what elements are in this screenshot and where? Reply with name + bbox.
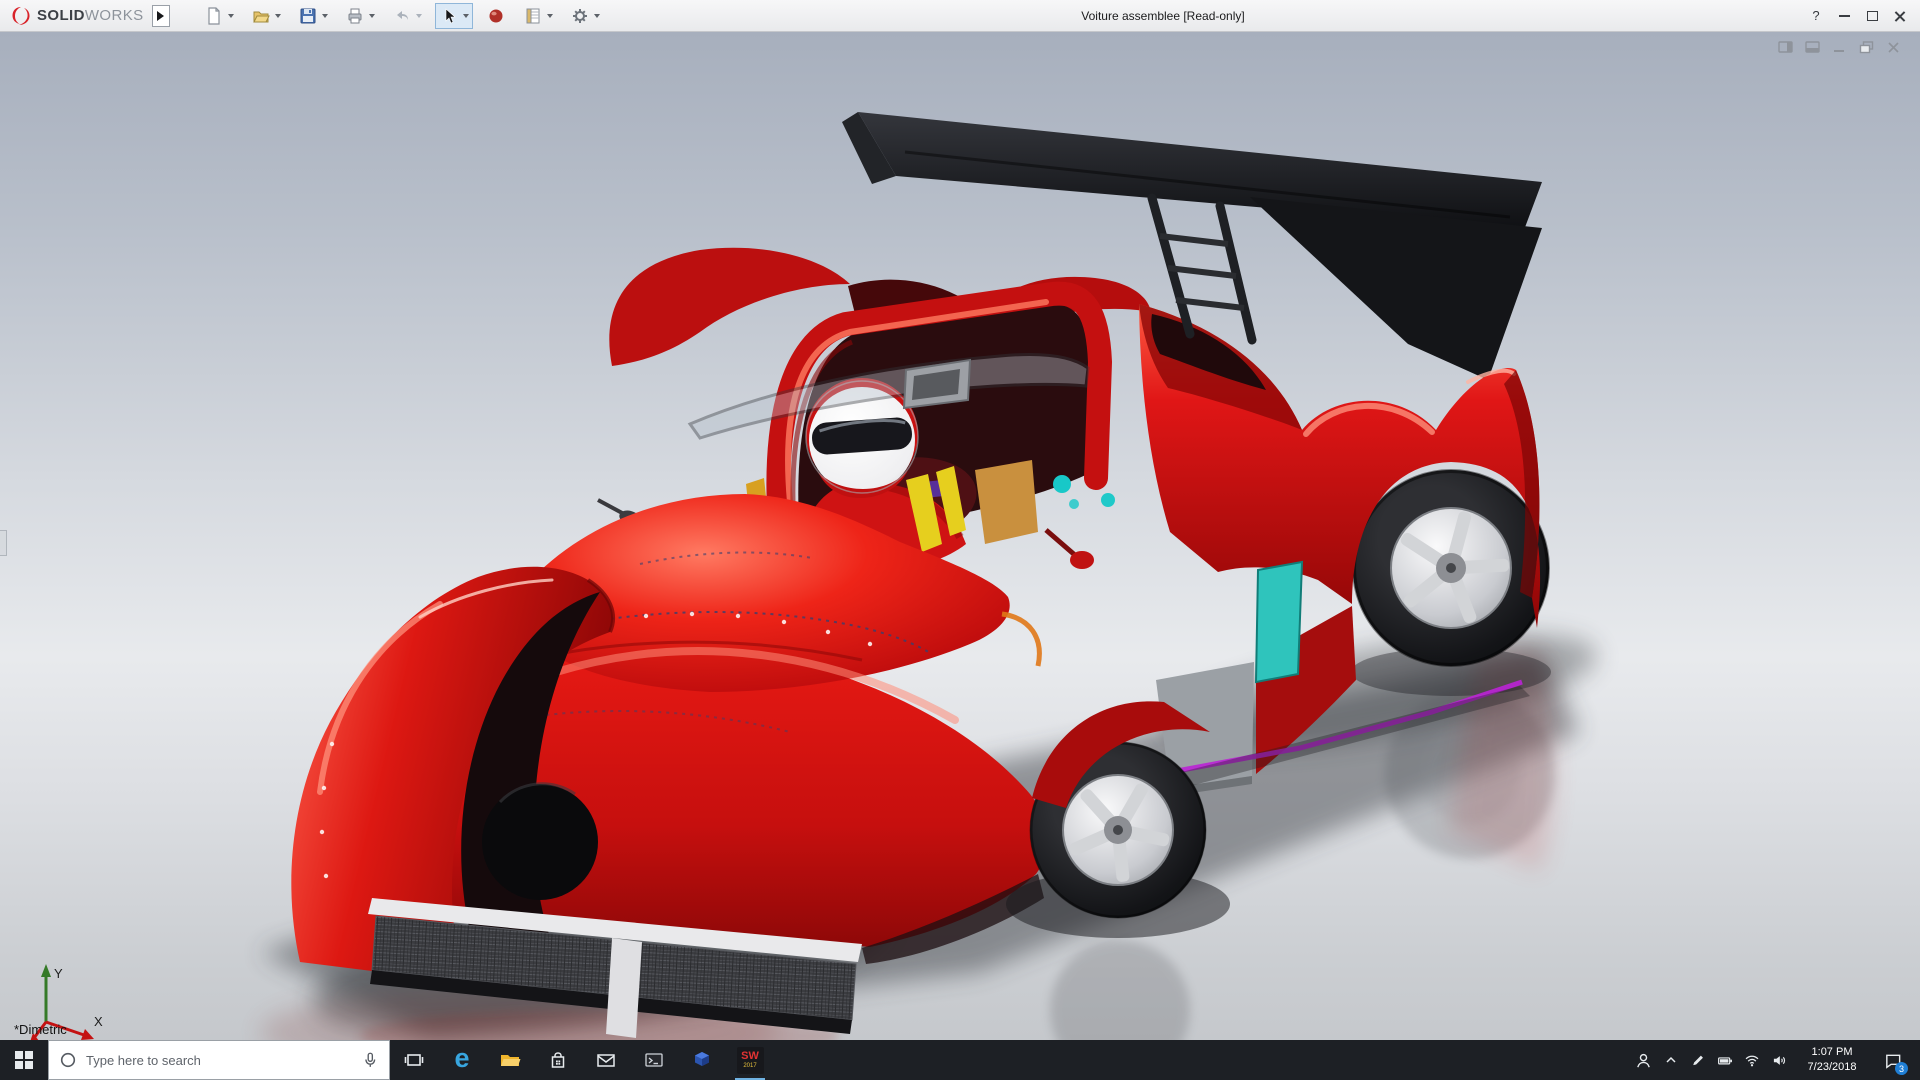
task-view-button[interactable] xyxy=(390,1040,438,1080)
triad-y-label: Y xyxy=(54,966,63,981)
app-icon-mail[interactable] xyxy=(582,1040,630,1080)
ds-logo-icon xyxy=(12,6,30,25)
taskbar: e xyxy=(0,1040,1920,1080)
doc-close-button[interactable] xyxy=(1885,40,1902,55)
close-icon xyxy=(1894,10,1906,22)
wifi-icon xyxy=(1745,1055,1758,1066)
edge-icon: e xyxy=(454,1042,470,1073)
app-icon-solidworks[interactable]: SW 2017 xyxy=(726,1040,774,1080)
minimize-button[interactable] xyxy=(1830,1,1858,31)
app-icon-edge[interactable]: e xyxy=(438,1040,486,1080)
doc-minimize-button[interactable] xyxy=(1831,40,1848,55)
screen: SOLIDWORKS Voiture assemblee [Read-only]… xyxy=(0,0,1920,1080)
save-button[interactable] xyxy=(294,3,332,29)
tray-overflow-button[interactable] xyxy=(1657,1040,1684,1080)
gear-icon xyxy=(572,8,587,23)
battery-tray-button[interactable] xyxy=(1711,1040,1738,1080)
dropdown-chevron-icon[interactable] xyxy=(368,13,375,18)
microphone-icon[interactable] xyxy=(361,1051,379,1069)
people-tray-button[interactable] xyxy=(1630,1040,1657,1080)
doc-restore-button[interactable] xyxy=(1858,40,1875,55)
document-window-controls xyxy=(1777,40,1902,55)
network-tray-button[interactable] xyxy=(1738,1040,1765,1080)
panel-collapse-handle[interactable] xyxy=(0,530,7,556)
window-controls: ? xyxy=(1802,1,1914,31)
dropdown-chevron-icon[interactable] xyxy=(274,13,281,18)
split-pane-button[interactable] xyxy=(1804,40,1821,55)
cube-3d-icon xyxy=(695,1052,709,1066)
car-3d-model[interactable]: Y X xyxy=(0,32,1920,1040)
design-binder-button[interactable] xyxy=(519,3,557,29)
close-button[interactable] xyxy=(1886,1,1914,31)
taskbar-search[interactable] xyxy=(48,1040,390,1080)
solidworks-tile-icon: SW 2017 xyxy=(736,1046,764,1074)
right-arrow-icon xyxy=(157,10,165,21)
help-button[interactable]: ? xyxy=(1802,1,1830,31)
cortana-icon xyxy=(60,1052,76,1068)
window-title: Voiture assemblee [Read-only] xyxy=(1081,9,1245,23)
select-tool-button[interactable] xyxy=(434,2,473,29)
dropdown-chevron-icon[interactable] xyxy=(415,13,422,18)
options-button[interactable] xyxy=(566,3,604,29)
search-input[interactable] xyxy=(86,1052,352,1068)
select-cursor-icon xyxy=(445,7,456,23)
clock-time: 1:07 PM xyxy=(1811,1046,1853,1059)
undo-icon xyxy=(396,10,408,20)
titlebar: SOLIDWORKS Voiture assemblee [Read-only]… xyxy=(0,0,1920,32)
appearances-button[interactable] xyxy=(482,3,510,29)
design-binder-icon xyxy=(526,8,540,23)
app-icon-terminal[interactable] xyxy=(630,1040,678,1080)
clock-date: 7/23/2018 xyxy=(1807,1061,1857,1073)
menu-expand-button[interactable] xyxy=(151,4,170,27)
print-icon xyxy=(348,8,362,23)
windows-logo-icon xyxy=(15,1051,33,1069)
pen-icon xyxy=(1693,1055,1703,1065)
new-document-icon xyxy=(207,6,220,25)
person-icon xyxy=(1637,1053,1650,1067)
view-orientation-label: *Dimetric xyxy=(14,1022,67,1037)
notification-badge: 3 xyxy=(1895,1062,1908,1075)
save-icon xyxy=(300,8,316,23)
dropdown-chevron-icon[interactable] xyxy=(462,13,469,18)
battery-icon xyxy=(1717,1056,1732,1064)
dropdown-chevron-icon[interactable] xyxy=(321,13,328,18)
triad-x-label: X xyxy=(94,1014,103,1029)
solidworks-logo: SOLIDWORKS xyxy=(6,5,152,27)
maximize-button[interactable] xyxy=(1858,1,1886,31)
dropdown-chevron-icon[interactable] xyxy=(546,13,553,18)
task-view-icon xyxy=(404,1054,424,1066)
speaker-icon xyxy=(1773,1055,1785,1065)
start-button[interactable] xyxy=(0,1040,48,1080)
dropdown-chevron-icon[interactable] xyxy=(227,13,234,18)
logo-text: SOLIDWORKS xyxy=(37,7,144,24)
graphics-viewport[interactable]: Y X *Dimetric xyxy=(0,32,1920,1040)
terminal-icon xyxy=(645,1053,663,1067)
app-icon-3d-viewer[interactable] xyxy=(678,1040,726,1080)
chevron-up-icon xyxy=(1665,1056,1676,1063)
dock-pane-button[interactable] xyxy=(1777,40,1794,55)
appearance-sphere-icon xyxy=(489,9,503,22)
pen-tray-button[interactable] xyxy=(1684,1040,1711,1080)
app-icon-file-explorer[interactable] xyxy=(486,1040,534,1080)
file-explorer-icon xyxy=(501,1055,521,1066)
dropdown-chevron-icon[interactable] xyxy=(593,13,600,18)
print-button[interactable] xyxy=(341,3,379,29)
minimize-icon xyxy=(1838,14,1850,17)
undo-button[interactable] xyxy=(388,3,426,29)
taskbar-clock[interactable]: 1:07 PM 7/23/2018 xyxy=(1792,1045,1872,1075)
logo-works: WORKS xyxy=(84,7,144,24)
new-document-button[interactable] xyxy=(200,3,238,29)
open-folder-icon xyxy=(252,11,270,22)
open-button[interactable] xyxy=(247,3,285,29)
system-tray: 1:07 PM 7/23/2018 3 xyxy=(1630,1040,1920,1080)
app-icon-store[interactable] xyxy=(534,1040,582,1080)
maximize-icon xyxy=(1866,10,1878,21)
store-icon xyxy=(551,1052,565,1068)
action-center-button[interactable]: 3 xyxy=(1872,1040,1914,1080)
logo-solid: SOLID xyxy=(37,7,85,24)
volume-tray-button[interactable] xyxy=(1765,1040,1792,1080)
mail-icon xyxy=(597,1054,615,1067)
